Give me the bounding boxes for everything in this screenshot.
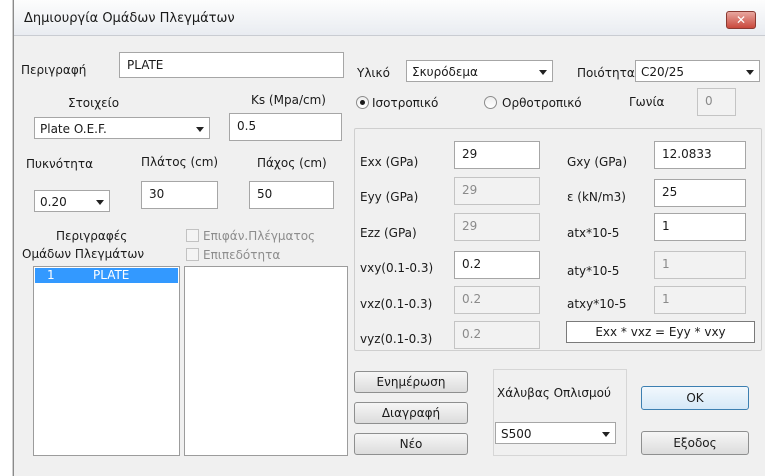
- vyz-input[interactable]: 0.2: [454, 321, 540, 349]
- density-label: Πυκνότητα: [26, 157, 94, 171]
- angle-label: Γωνία: [629, 95, 665, 109]
- chevron-down-icon: [602, 432, 610, 437]
- exx-label: Exx (GPa): [360, 155, 419, 169]
- dialog-window: Δημιουργία Ομάδων Πλεγμάτων ✕ Περιγραφή …: [13, 0, 765, 476]
- orthotropic-radio[interactable]: [484, 96, 497, 109]
- ezz-label: Ezz (GPa): [360, 226, 417, 240]
- steel-select-value: S500: [501, 427, 532, 441]
- exx-input[interactable]: 29: [454, 141, 540, 169]
- element-select-value: Plate O.E.F.: [40, 122, 107, 136]
- ks-input[interactable]: 0.5: [229, 113, 342, 141]
- width-input[interactable]: 30: [141, 181, 218, 209]
- density-select[interactable]: 0.20: [34, 190, 110, 212]
- list-item-name: PLATE: [93, 268, 130, 282]
- material-select-value: Σκυρόδεμα: [412, 65, 478, 79]
- eps-input[interactable]: 25: [654, 179, 746, 207]
- gxy-label: Gxy (GPa): [567, 155, 628, 169]
- ks-label: Ks (Mpa/cm): [251, 93, 326, 107]
- angle-input[interactable]: 0: [697, 88, 736, 116]
- atxy-label: atxy*10-5: [567, 297, 627, 311]
- density-select-value: 0.20: [40, 195, 67, 209]
- background-strip: [0, 0, 13, 476]
- formula-box: Exx * vxz = Eyy * vxy: [566, 321, 755, 343]
- title-bar: Δημιουργία Ομάδων Πλεγμάτων ✕: [14, 0, 765, 36]
- planarity-checkbox-label: Επιπεδότητα: [203, 248, 281, 262]
- steel-select[interactable]: S500: [495, 422, 616, 444]
- secondary-list[interactable]: [184, 266, 348, 456]
- material-label: Υλικό: [357, 66, 390, 80]
- quality-select[interactable]: C20/25: [635, 60, 760, 82]
- thickness-label: Πάχος (cm): [257, 156, 327, 170]
- width-label: Πλάτος (cm): [141, 155, 219, 169]
- thickness-input[interactable]: 50: [249, 181, 334, 209]
- window-title: Δημιουργία Ομάδων Πλεγμάτων: [24, 11, 235, 26]
- quality-label: Ποιότητα: [577, 66, 635, 80]
- update-button[interactable]: Ενημέρωση: [354, 371, 468, 393]
- atx-label: atx*10-5: [567, 226, 620, 240]
- close-button[interactable]: ✕: [726, 11, 756, 29]
- chevron-down-icon: [746, 70, 754, 75]
- vyz-label: vyz(0.1-0.3): [360, 332, 433, 346]
- vxz-label: vxz(0.1-0.3): [360, 297, 433, 311]
- list-item-index: 1: [47, 268, 55, 282]
- delete-button[interactable]: Διαγραφή: [354, 402, 468, 424]
- groups-label: Περιγραφές: [56, 229, 128, 243]
- vxy-label: vxy(0.1-0.3): [360, 261, 434, 275]
- groups-list[interactable]: 1 PLATE: [33, 266, 180, 456]
- aty-label: aty*10-5: [567, 264, 620, 278]
- new-button[interactable]: Νέο: [354, 433, 468, 455]
- element-label: Στοιχείο: [68, 96, 120, 110]
- eyy-label: Eyy (GPa): [360, 190, 419, 204]
- steel-label: Χάλυβας Οπλισμού: [497, 386, 611, 400]
- vxy-input[interactable]: 0.2: [454, 251, 540, 279]
- description-input[interactable]: PLATE: [119, 52, 344, 78]
- atxy-input[interactable]: 1: [654, 286, 746, 314]
- eps-label: ε (kN/m3): [567, 190, 626, 204]
- isotropic-radio[interactable]: [356, 96, 369, 109]
- groups-label-line2: Ομάδων Πλεγμάτων: [22, 247, 145, 261]
- ezz-input[interactable]: 29: [454, 213, 540, 241]
- aty-input[interactable]: 1: [654, 251, 746, 279]
- surface-checkbox-label: Επιφάν.Πλέγματος: [203, 229, 316, 243]
- isotropic-label: Ισοτροπικό: [372, 96, 439, 110]
- chevron-down-icon: [196, 127, 204, 132]
- exit-button[interactable]: Εξοδος: [641, 431, 749, 455]
- description-label: Περιγραφή: [21, 63, 87, 77]
- chevron-down-icon: [539, 70, 547, 75]
- surface-checkbox[interactable]: [186, 229, 199, 242]
- atx-input[interactable]: 1: [654, 213, 746, 241]
- ok-button[interactable]: OK: [641, 386, 749, 410]
- planarity-checkbox[interactable]: [186, 248, 199, 261]
- gxy-input[interactable]: 12.0833: [654, 141, 746, 169]
- element-select[interactable]: Plate O.E.F.: [34, 117, 210, 139]
- orthotropic-label: Ορθοτροπικό: [502, 96, 582, 110]
- eyy-input[interactable]: 29: [454, 177, 540, 205]
- chevron-down-icon: [96, 200, 104, 205]
- vxz-input[interactable]: 0.2: [454, 286, 540, 314]
- list-item[interactable]: 1 PLATE: [35, 268, 178, 283]
- material-select[interactable]: Σκυρόδεμα: [406, 60, 553, 82]
- quality-select-value: C20/25: [641, 65, 684, 79]
